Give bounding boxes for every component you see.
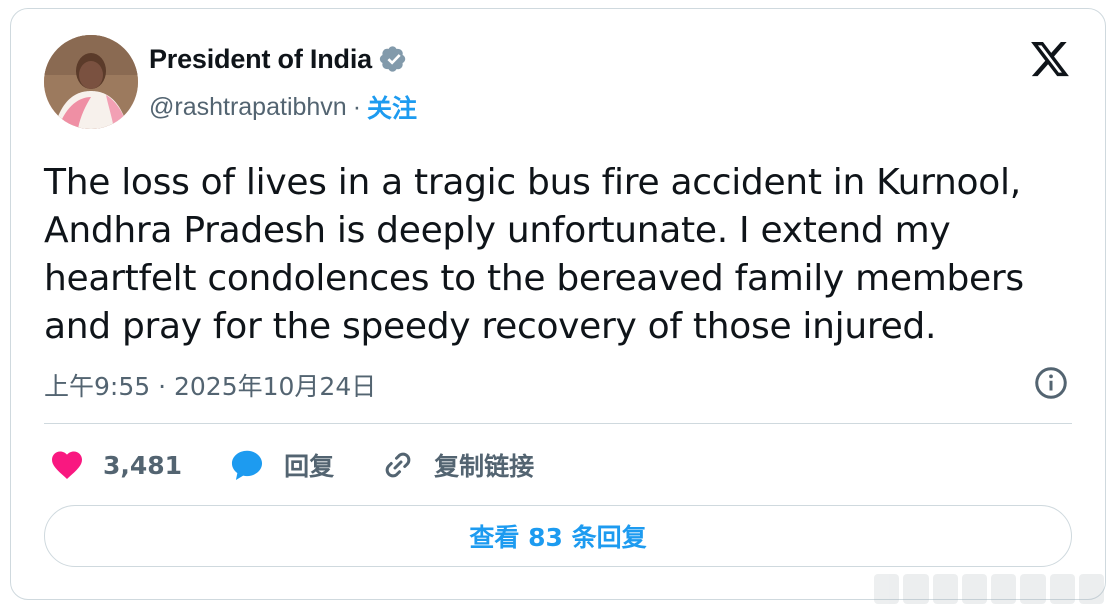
- copy-link-label: 复制链接: [434, 452, 535, 481]
- handle-separator: ·: [352, 92, 362, 121]
- info-icon[interactable]: [1033, 365, 1069, 401]
- heart-icon: [52, 451, 82, 479]
- avatar[interactable]: [44, 35, 138, 129]
- follow-link[interactable]: 关注: [367, 89, 417, 125]
- x-logo-icon[interactable]: [1029, 38, 1071, 80]
- watermark: [874, 574, 1104, 604]
- reply-button[interactable]: 回复: [228, 446, 334, 484]
- tweet-text: The loss of lives in a tragic bus fire a…: [44, 162, 1024, 347]
- view-replies-button[interactable]: 查看 83 条回复: [44, 505, 1072, 567]
- like-button[interactable]: 3,481: [49, 447, 182, 483]
- author-handle[interactable]: @rashtrapatibhvn: [149, 93, 347, 122]
- tweet-timestamp[interactable]: 上午9:55 · 2025年10月24日: [44, 367, 376, 403]
- link-icon: [385, 452, 411, 478]
- tweet-embed-card: President of India @rashtrapatibhvn · 关注…: [10, 8, 1106, 600]
- reply-label: 回复: [284, 452, 335, 481]
- reply-bubble-icon: [232, 450, 263, 481]
- author-name[interactable]: President of India: [149, 44, 372, 75]
- copy-link-button[interactable]: 复制链接: [380, 447, 534, 483]
- verified-badge-icon: [379, 46, 406, 72]
- action-bar: 3,481 回复 复制链接: [49, 441, 580, 489]
- divider: [44, 423, 1072, 424]
- likes-count: 3,481: [103, 450, 183, 480]
